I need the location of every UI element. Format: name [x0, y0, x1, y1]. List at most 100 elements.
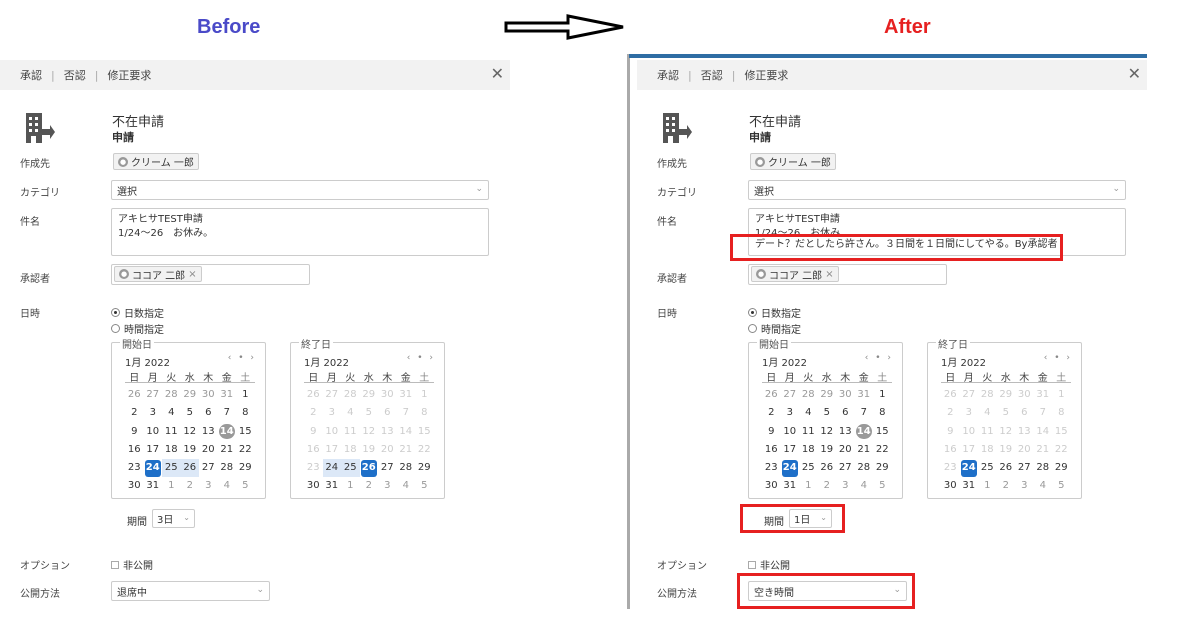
day-cell[interactable]: 25	[799, 459, 818, 477]
day-cell[interactable]: 1	[978, 477, 997, 495]
day-cell-selected[interactable]: 24	[960, 459, 979, 477]
day-cell[interactable]: 3	[199, 477, 218, 495]
day-cell[interactable]: 24	[322, 459, 341, 478]
day-cell[interactable]: 2	[125, 404, 144, 422]
close-icon[interactable]: ✕	[491, 66, 504, 82]
day-cell[interactable]: 22	[236, 441, 255, 459]
day-cell[interactable]: 2	[762, 404, 781, 422]
day-cell[interactable]: 29	[1052, 459, 1071, 477]
day-cell[interactable]: 27	[836, 459, 855, 477]
day-cell[interactable]: 2	[818, 477, 837, 495]
day-cell[interactable]: 27	[144, 386, 163, 404]
day-cell[interactable]: 29	[415, 459, 434, 477]
day-cell[interactable]: 29	[818, 386, 837, 404]
day-cell[interactable]: 13	[836, 423, 855, 441]
day-cell[interactable]: 5	[181, 404, 200, 422]
revise-request-button[interactable]: 修正要求	[744, 67, 788, 83]
day-cell-today[interactable]: 14	[855, 423, 874, 441]
day-cell[interactable]: 3	[378, 477, 397, 495]
day-cell[interactable]: 27	[378, 459, 397, 477]
day-cell[interactable]: 26	[818, 459, 837, 477]
day-cell[interactable]: 1	[799, 477, 818, 495]
day-cell[interactable]: 8	[236, 404, 255, 422]
calendar-nav[interactable]: ‹ • ›	[865, 353, 893, 363]
day-cell[interactable]: 7	[855, 404, 874, 422]
day-cell[interactable]: 23	[125, 459, 144, 477]
day-cell[interactable]: 26	[125, 386, 144, 404]
day-cell[interactable]: 30	[304, 477, 323, 495]
day-cell[interactable]: 3	[144, 404, 163, 422]
day-cell[interactable]: 1	[236, 386, 255, 404]
day-cell-selected[interactable]: 24	[781, 459, 800, 477]
day-cell[interactable]: 2	[181, 477, 200, 495]
day-cell[interactable]: 17	[781, 441, 800, 459]
day-cell[interactable]: 3	[781, 404, 800, 422]
radio-days[interactable]: 日数指定	[111, 305, 164, 320]
period-select[interactable]: 3日 ⌄	[152, 509, 195, 528]
calendar-nav[interactable]: ‹ • ›	[1044, 353, 1072, 363]
remove-icon[interactable]: ×	[188, 269, 196, 280]
day-cell[interactable]: 5	[1052, 477, 1071, 495]
day-cell[interactable]: 27	[781, 386, 800, 404]
day-cell[interactable]: 30	[199, 386, 218, 404]
close-icon[interactable]: ✕	[1128, 66, 1141, 82]
subject-textarea[interactable]: アキヒサTEST申請 1/24〜26 お休み。	[111, 208, 489, 256]
day-cell[interactable]: 23	[762, 459, 781, 477]
day-cell-selected[interactable]: 26	[360, 459, 379, 477]
day-cell[interactable]: 25	[162, 459, 181, 478]
day-cell[interactable]: 9	[762, 423, 781, 441]
publish-select[interactable]: 退席中 ⌄	[111, 581, 270, 601]
day-cell[interactable]: 31	[323, 477, 342, 495]
day-cell[interactable]: 30	[836, 386, 855, 404]
day-cell[interactable]: 21	[855, 441, 874, 459]
day-cell[interactable]: 1	[341, 477, 360, 495]
day-cell[interactable]: 28	[799, 386, 818, 404]
category-select[interactable]: 選択 ⌄	[111, 180, 489, 200]
day-cell[interactable]: 4	[397, 477, 416, 495]
day-cell[interactable]: 3	[836, 477, 855, 495]
day-cell[interactable]: 7	[218, 404, 237, 422]
day-cell[interactable]: 28	[855, 459, 874, 477]
day-cell[interactable]: 27	[199, 459, 218, 477]
day-cell[interactable]: 6	[836, 404, 855, 422]
reject-button[interactable]: 否認	[701, 67, 723, 83]
day-cell[interactable]: 15	[873, 423, 892, 441]
day-cell-selected[interactable]: 24	[144, 459, 163, 477]
day-cell[interactable]: 6	[199, 404, 218, 422]
day-cell[interactable]: 4	[855, 477, 874, 495]
day-cell[interactable]: 5	[236, 477, 255, 495]
day-cell[interactable]: 31	[144, 477, 163, 495]
day-cell[interactable]: 22	[873, 441, 892, 459]
reject-button[interactable]: 否認	[64, 67, 86, 83]
day-cell[interactable]: 11	[162, 423, 181, 441]
day-cell[interactable]: 17	[144, 441, 163, 459]
radio-days[interactable]: 日数指定	[748, 305, 801, 320]
day-cell[interactable]: 9	[125, 423, 144, 441]
day-cell[interactable]: 16	[125, 441, 144, 459]
day-cell[interactable]: 12	[818, 423, 837, 441]
day-cell[interactable]: 27	[1015, 459, 1034, 477]
day-cell[interactable]: 1	[162, 477, 181, 495]
day-cell[interactable]: 18	[799, 441, 818, 459]
day-cell[interactable]: 4	[1034, 477, 1053, 495]
remove-icon[interactable]: ×	[825, 269, 833, 280]
day-cell[interactable]: 4	[162, 404, 181, 422]
day-cell[interactable]: 12	[181, 423, 200, 441]
day-cell[interactable]: 31	[855, 386, 874, 404]
radio-time[interactable]: 時間指定	[748, 321, 801, 336]
radio-time[interactable]: 時間指定	[111, 321, 164, 336]
day-cell[interactable]: 28	[218, 459, 237, 477]
private-checkbox[interactable]: 非公開	[748, 557, 790, 572]
day-cell[interactable]: 31	[960, 477, 979, 495]
day-cell[interactable]: 4	[799, 404, 818, 422]
day-cell[interactable]: 16	[762, 441, 781, 459]
day-cell[interactable]: 31	[218, 386, 237, 404]
day-cell[interactable]: 5	[873, 477, 892, 495]
day-cell[interactable]: 21	[218, 441, 237, 459]
day-cell[interactable]: 11	[799, 423, 818, 441]
day-cell[interactable]: 2	[360, 477, 379, 495]
day-cell[interactable]: 20	[836, 441, 855, 459]
day-cell[interactable]: 30	[762, 477, 781, 495]
day-cell[interactable]: 13	[199, 423, 218, 441]
category-select[interactable]: 選択 ⌄	[748, 180, 1126, 200]
